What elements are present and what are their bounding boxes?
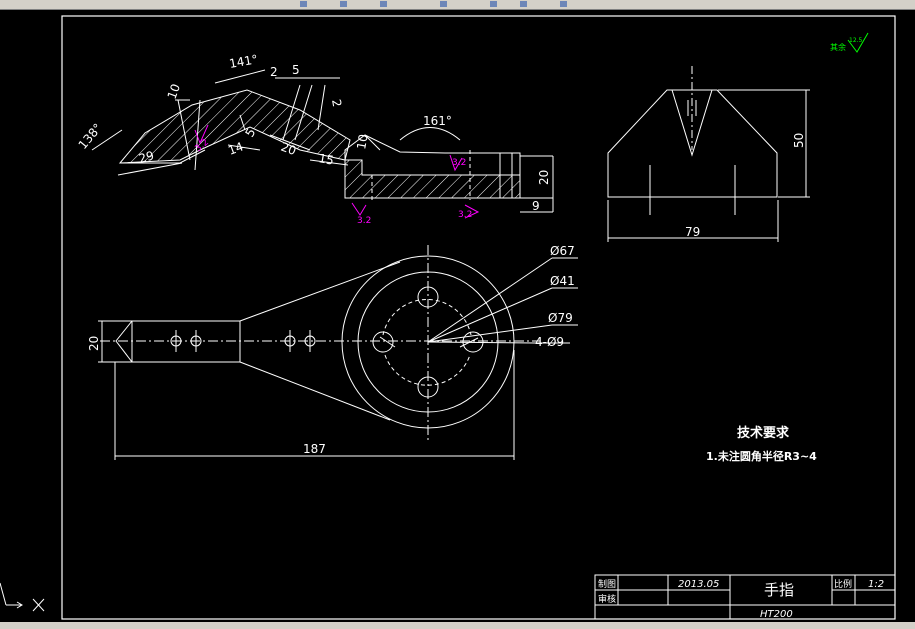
dim-15-label: 15 [317, 151, 334, 167]
dim-79-label: 79 [685, 225, 700, 239]
scale-value: 1:2 [868, 579, 884, 590]
drawing-canvas[interactable]: 138° 141° 161° 10 5 2 2 29 14 5 20 15 10… [0, 9, 915, 622]
dim-10-label: 10 [165, 82, 183, 101]
roughness-value: 3.2 [452, 158, 466, 168]
side-view [607, 66, 810, 242]
part-name: 手指 [764, 581, 794, 599]
notes-heading: 技术要求 [737, 425, 790, 441]
toolbar-icon[interactable] [340, 1, 347, 7]
angle-141-label: 141° [228, 52, 259, 71]
toolbar-icon[interactable] [380, 1, 387, 7]
angle-138-label: 138° [76, 121, 105, 152]
dim-50-label: 50 [792, 133, 806, 148]
corner-roughness-label: 其余 [830, 42, 846, 52]
dim-20v-label: 20 [537, 170, 551, 185]
toolbar-icon[interactable] [440, 1, 447, 7]
dim-10b-label: 10 [354, 133, 370, 150]
dim-9-label: 9 [532, 199, 540, 213]
dia-41-label: Ø41 [550, 274, 575, 288]
holes-4-9-label: 4-Ø9 [535, 335, 564, 349]
drawing-frame [61, 15, 896, 620]
plan-view [98, 245, 578, 460]
corner-roughness: 其余 12.5 [830, 32, 869, 53]
toolbar-icon[interactable] [520, 1, 527, 7]
roughness-value: 3.2 [357, 216, 371, 226]
ucs-icon [0, 582, 45, 612]
checked-by-label: 审核 [598, 593, 616, 605]
toolbar-icon[interactable] [560, 1, 567, 7]
angle-161-label: 161° [423, 114, 452, 128]
dim-2b-label: 2 [329, 98, 344, 108]
section-view [91, 69, 554, 213]
drawn-by-label: 制图 [598, 578, 616, 590]
material-value: HT200 [760, 609, 793, 620]
technical-notes: 技术要求 1.未注圆角半径R3~4 [706, 425, 817, 463]
roughness-icon [351, 202, 367, 216]
dim-20-plan-label: 20 [87, 336, 101, 351]
notes-item-1: 1.未注圆角半径R3~4 [706, 449, 817, 463]
dim-2-label: 2 [270, 65, 278, 79]
dia-67-label: Ø67 [550, 244, 575, 258]
corner-roughness-value: 12.5 [849, 37, 863, 44]
toolbar-icon[interactable] [490, 1, 497, 7]
date-value: 2013.05 [678, 579, 719, 590]
dia-79-label: Ø79 [548, 311, 573, 325]
dim-187-label: 187 [303, 442, 326, 456]
toolbar-icon[interactable] [300, 1, 307, 7]
roughness-value: 3.2 [458, 210, 472, 220]
scale-label: 比例 [834, 578, 852, 590]
dim-14-label: 14 [226, 139, 245, 157]
dim-5-label: 5 [292, 63, 300, 77]
command-line-strip[interactable] [0, 622, 915, 629]
